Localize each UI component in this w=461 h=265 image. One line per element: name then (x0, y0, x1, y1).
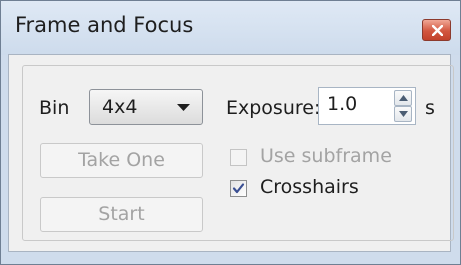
use-subframe-label: Use subframe (260, 145, 392, 167)
exposure-increment-button[interactable] (394, 90, 412, 106)
chevron-down-icon (177, 104, 190, 111)
bin-selected-value: 4x4 (102, 96, 138, 118)
take-one-button[interactable]: Take One (40, 143, 203, 178)
spin-down-icon (399, 111, 408, 117)
window-title: Frame and Focus (15, 13, 194, 37)
exposure-input[interactable]: 1.0 (318, 87, 416, 125)
crosshairs-label: Crosshairs (260, 176, 359, 198)
exposure-label: Exposure: (226, 97, 321, 119)
close-button[interactable] (422, 19, 451, 41)
exposure-value: 1.0 (327, 93, 358, 115)
use-subframe-checkbox[interactable] (230, 149, 247, 166)
start-button[interactable]: Start (40, 197, 203, 232)
exposure-decrement-button[interactable] (394, 106, 412, 122)
close-icon (432, 25, 443, 36)
spin-up-icon (399, 95, 408, 101)
bin-dropdown[interactable]: 4x4 (89, 89, 203, 125)
exposure-unit: s (425, 97, 435, 119)
crosshairs-checkbox[interactable] (230, 180, 247, 197)
checkmark-icon (232, 183, 245, 194)
bin-label: Bin (39, 97, 70, 119)
title-bar[interactable]: Frame and Focus (1, 1, 460, 55)
